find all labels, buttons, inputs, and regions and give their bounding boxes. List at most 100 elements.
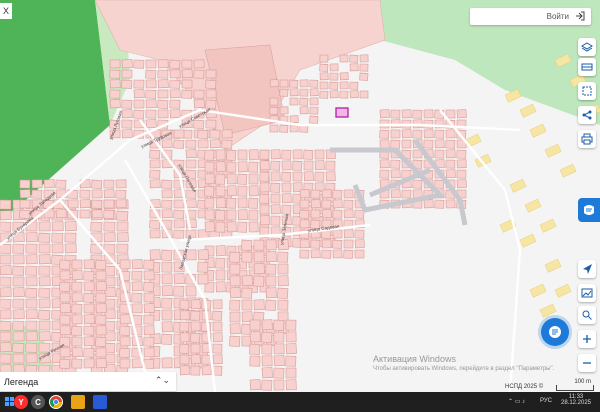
land-parcel [103, 189, 115, 199]
land-parcel [91, 179, 103, 189]
land-parcel [390, 129, 401, 139]
land-parcel [349, 90, 359, 99]
login-label: Войти [546, 12, 569, 21]
land-parcel [79, 209, 91, 219]
land-parcel [229, 299, 241, 311]
land-parcel [38, 232, 51, 243]
app-c-icon[interactable]: C [31, 395, 45, 409]
minimap-icon[interactable] [578, 284, 596, 302]
land-parcel [253, 299, 265, 311]
land-parcel [321, 199, 332, 209]
land-parcel [319, 63, 329, 72]
land-parcel [332, 199, 343, 209]
chat-icon[interactable] [541, 318, 569, 346]
legend-dropdown[interactable]: Легенда ⌃⌄ [0, 372, 176, 391]
land-parcel [248, 149, 259, 161]
land-parcel [259, 182, 270, 193]
land-parcel [325, 171, 336, 182]
land-parcel [19, 199, 31, 209]
land-parcel [161, 333, 173, 345]
land-parcel [193, 89, 205, 99]
land-parcel [0, 199, 12, 210]
app-window-icon[interactable] [93, 395, 107, 409]
land-parcel [332, 209, 343, 219]
land-parcel [249, 379, 261, 391]
language-indicator[interactable]: РУС [540, 398, 552, 404]
land-parcel [343, 249, 354, 259]
land-parcel [12, 276, 25, 287]
land-parcel [434, 149, 445, 159]
land-parcel [279, 106, 289, 115]
clock[interactable]: 11:33 28.12.2025 [560, 394, 592, 406]
zoom-in-icon[interactable] [578, 330, 596, 348]
land-parcel [314, 149, 325, 160]
land-parcel [90, 221, 103, 232]
close-panel-button[interactable]: X [0, 3, 12, 19]
land-parcel [59, 292, 71, 303]
land-parcel [390, 109, 401, 119]
land-parcel [179, 332, 190, 343]
land-parcel [259, 171, 270, 182]
geolocation-icon[interactable] [578, 260, 596, 278]
land-parcel [131, 358, 143, 369]
select-area-icon[interactable] [578, 82, 596, 100]
land-parcel [273, 379, 285, 391]
attribution: НСПД 2025 © [505, 384, 544, 390]
land-parcel [423, 139, 434, 149]
land-parcel [173, 139, 185, 149]
yandex-browser-icon[interactable]: Y [14, 395, 28, 409]
zoom-out-icon[interactable] [578, 354, 596, 372]
land-parcel [412, 179, 423, 189]
land-parcel [343, 229, 354, 239]
land-parcel [329, 72, 339, 81]
side-panel-toggle-icon[interactable] [578, 198, 600, 222]
land-parcel [0, 265, 12, 276]
land-parcel [204, 161, 215, 173]
land-parcel [116, 221, 129, 232]
land-parcel [145, 89, 157, 99]
land-parcel [173, 129, 185, 139]
tray-icons[interactable]: ⌃ ▭ ♪ [508, 398, 525, 405]
land-parcel [310, 209, 321, 219]
land-parcel [310, 239, 321, 249]
land-parcel [292, 171, 303, 182]
file-explorer-icon[interactable] [71, 395, 85, 409]
land-parcel [273, 367, 285, 379]
print-icon[interactable] [578, 130, 596, 148]
login-button[interactable]: Войти [470, 8, 591, 25]
land-parcel [248, 173, 259, 185]
land-parcel [390, 159, 401, 169]
land-parcel [64, 221, 77, 232]
land-parcel [149, 149, 161, 159]
land-parcel [423, 109, 434, 119]
land-parcel [354, 239, 365, 249]
land-parcel [95, 358, 107, 369]
chrome-icon[interactable] [49, 395, 63, 409]
land-parcel [321, 239, 332, 249]
basemap-icon[interactable] [578, 58, 596, 76]
layers-icon[interactable] [578, 38, 596, 56]
land-parcel [173, 199, 185, 209]
land-parcel [212, 343, 223, 354]
land-parcel [329, 81, 339, 90]
map-canvas[interactable]: улица Бухарова улица Луговая улица Советск… [0, 0, 600, 392]
land-parcel [253, 263, 265, 275]
land-parcel [292, 149, 303, 160]
land-parcel [204, 197, 215, 209]
land-parcel [390, 139, 401, 149]
land-parcel [226, 173, 237, 185]
land-parcel [59, 347, 71, 358]
land-parcel [12, 331, 25, 342]
land-parcel [270, 193, 281, 204]
land-parcel [289, 124, 299, 133]
land-parcel [145, 109, 157, 119]
land-parcel [248, 221, 259, 233]
land-parcel [71, 259, 83, 270]
land-parcel [83, 347, 95, 358]
land-parcel [270, 215, 281, 226]
watermark-subtitle: Чтобы активировать Windows, перейдите в … [373, 366, 555, 372]
share-icon[interactable] [578, 106, 596, 124]
search-location-icon[interactable] [578, 306, 596, 324]
land-parcel [25, 331, 38, 342]
land-parcel [79, 189, 91, 199]
